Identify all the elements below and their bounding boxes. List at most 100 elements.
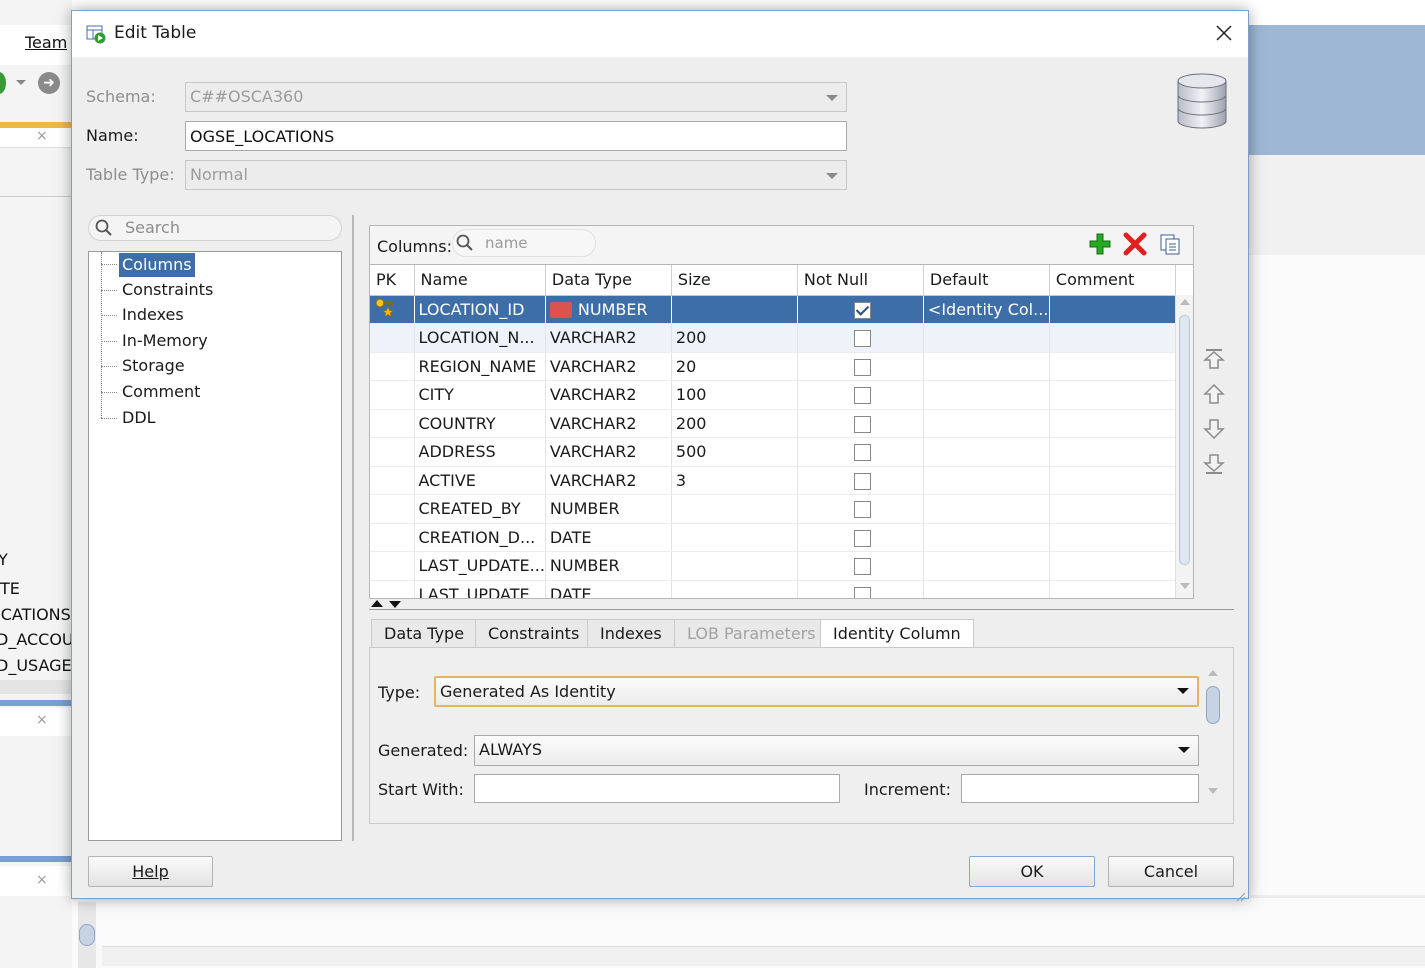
split-divider[interactable] [352, 215, 354, 841]
pk-cell[interactable] [370, 494, 415, 524]
scroll-up-icon[interactable] [1208, 670, 1218, 676]
table-row[interactable]: COUNTRY VARCHAR2 200 [370, 409, 1176, 438]
comment-cell[interactable] [1049, 437, 1176, 467]
generated-select[interactable]: ALWAYS [474, 735, 1199, 766]
data-type-cell[interactable]: VARCHAR2 [545, 352, 672, 381]
default-cell[interactable]: <Identity Col... [923, 295, 1050, 324]
nav-item-storage[interactable]: Storage [119, 354, 188, 378]
scroll-up-icon[interactable] [1180, 299, 1190, 305]
grid-v-scrollbar[interactable] [1175, 295, 1193, 598]
data-type-cell[interactable]: DATE [545, 580, 672, 598]
nav-item-constraints[interactable]: Constraints [119, 278, 216, 302]
cancel-button[interactable]: Cancel [1108, 856, 1234, 887]
table-row[interactable]: CITY VARCHAR2 100 [370, 380, 1176, 410]
comment-cell[interactable] [1049, 523, 1176, 552]
column-header[interactable]: Size [671, 265, 798, 296]
menu-team[interactable]: Team [25, 33, 67, 52]
tab-indexes[interactable]: Indexes [587, 619, 675, 647]
data-type-cell[interactable]: VARCHAR2 [545, 380, 672, 410]
search-input[interactable]: Search [88, 215, 342, 241]
not-null-cell[interactable] [797, 523, 924, 552]
size-cell[interactable]: 500 [671, 437, 798, 467]
list-item[interactable]: ICATIONS [0, 605, 72, 624]
not-null-checkbox[interactable] [853, 501, 871, 519]
table-row[interactable]: CREATED_BY NUMBER [370, 494, 1176, 524]
expand-up-icon[interactable] [371, 600, 383, 607]
column-header[interactable]: Default [923, 265, 1050, 296]
not-null-checkbox[interactable] [853, 444, 871, 462]
default-cell[interactable] [923, 494, 1050, 524]
default-cell[interactable] [923, 580, 1050, 598]
not-null-cell[interactable] [797, 494, 924, 524]
move-top-icon[interactable] [1202, 347, 1226, 371]
not-null-checkbox[interactable] [853, 472, 871, 490]
size-cell[interactable]: 3 [671, 466, 798, 495]
not-null-checkbox[interactable] [853, 387, 871, 405]
tab-data-type[interactable]: Data Type [371, 619, 478, 647]
add-icon[interactable] [1088, 232, 1112, 256]
copy-icon[interactable] [1158, 232, 1182, 256]
h-scrollbar[interactable] [102, 946, 1425, 966]
data-type-cell[interactable]: VARCHAR2 [545, 323, 672, 353]
not-null-checkbox[interactable] [853, 330, 871, 348]
default-cell[interactable] [923, 352, 1050, 381]
size-cell[interactable] [671, 523, 798, 552]
not-null-cell[interactable] [797, 380, 924, 410]
size-cell[interactable] [671, 580, 798, 598]
name-cell[interactable]: CITY [414, 380, 546, 410]
size-cell[interactable]: 100 [671, 380, 798, 410]
name-cell[interactable]: CREATED_BY [414, 494, 546, 524]
v-scrollbar[interactable] [78, 902, 96, 968]
list-item[interactable]: TE [0, 579, 72, 598]
tab-constraints[interactable]: Constraints [475, 619, 593, 647]
resize-grip-icon[interactable] [1236, 887, 1246, 902]
comment-cell[interactable] [1049, 409, 1176, 438]
data-type-cell[interactable]: DATE [545, 523, 672, 552]
table-row[interactable]: LAST_UPDATE... NUMBER [370, 551, 1176, 581]
pk-cell[interactable] [370, 409, 415, 438]
increment-input[interactable] [961, 774, 1199, 803]
not-null-checkbox[interactable] [853, 358, 871, 376]
not-null-checkbox[interactable] [853, 586, 871, 598]
not-null-cell[interactable] [797, 466, 924, 495]
nav-item-in-memory[interactable]: In-Memory [119, 329, 211, 353]
run-icon[interactable] [0, 72, 6, 94]
column-header[interactable]: Comment [1049, 265, 1176, 296]
comment-cell[interactable] [1049, 580, 1176, 598]
nav-item-ddl[interactable]: DDL [119, 406, 159, 430]
pk-cell[interactable] [370, 437, 415, 467]
name-cell[interactable]: REGION_NAME [414, 352, 546, 381]
table-row[interactable]: ADDRESS VARCHAR2 500 [370, 437, 1176, 467]
not-null-cell[interactable] [797, 551, 924, 581]
nav-item-comment[interactable]: Comment [119, 380, 203, 404]
data-type-cell[interactable]: VARCHAR2 [545, 409, 672, 438]
name-cell[interactable]: LOCATION_N... [414, 323, 546, 353]
column-header[interactable]: Name [414, 265, 546, 296]
name-cell[interactable]: LOCATION_ID [414, 295, 546, 324]
name-cell[interactable]: CREATION_D... [414, 523, 546, 552]
detail-v-scrollbar[interactable] [1206, 668, 1220, 798]
size-cell[interactable]: 200 [671, 323, 798, 353]
default-cell[interactable] [923, 466, 1050, 495]
table-row[interactable]: REGION_NAME VARCHAR2 20 [370, 352, 1176, 381]
data-type-cell[interactable]: NUMBER [545, 295, 672, 324]
app-tab[interactable]: × [0, 128, 72, 148]
comment-cell[interactable] [1049, 352, 1176, 381]
comment-cell[interactable] [1049, 295, 1176, 324]
not-null-cell[interactable] [797, 409, 924, 438]
nav-item-indexes[interactable]: Indexes [119, 303, 187, 327]
data-type-cell[interactable]: NUMBER [545, 551, 672, 581]
table-row[interactable]: LOCATION_ID NUMBER <Identity Col... [370, 295, 1176, 324]
list-item[interactable]: D_USAGE [0, 656, 72, 675]
size-cell[interactable] [671, 551, 798, 581]
pk-cell[interactable] [370, 466, 415, 495]
start-with-input[interactable] [474, 774, 840, 803]
size-cell[interactable]: 200 [671, 409, 798, 438]
name-cell[interactable]: ADDRESS [414, 437, 546, 467]
scroll-thumb[interactable] [1206, 686, 1220, 724]
list-item[interactable]: Y [0, 550, 72, 569]
help-button[interactable]: Help [88, 856, 213, 887]
dropdown-icon[interactable] [16, 80, 26, 85]
not-null-cell[interactable] [797, 295, 924, 324]
scroll-thumb[interactable] [79, 924, 95, 946]
